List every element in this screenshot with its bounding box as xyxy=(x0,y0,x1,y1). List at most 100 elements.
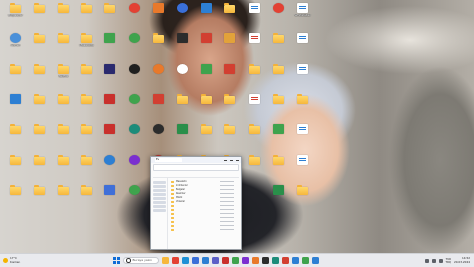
desktop-shortcut[interactable] xyxy=(29,153,50,179)
desktop-shortcut[interactable] xyxy=(29,183,50,209)
desktop-shortcut[interactable] xyxy=(76,1,97,27)
desktop-shortcut[interactable] xyxy=(292,31,313,57)
desktop-shortcut[interactable] xyxy=(5,122,26,148)
desktop-shortcut[interactable] xyxy=(76,183,97,209)
chrome-icon[interactable] xyxy=(172,257,179,264)
desktop-shortcut[interactable] xyxy=(196,92,217,118)
volume-icon[interactable] xyxy=(438,258,443,263)
desktop-shortcut[interactable] xyxy=(244,1,265,27)
desktop-shortcut[interactable] xyxy=(172,1,193,27)
desktop-shortcut[interactable] xyxy=(268,122,289,148)
desktop-shortcut[interactable] xyxy=(53,153,74,179)
nav-item[interactable] xyxy=(153,201,166,204)
address-bar[interactable] xyxy=(153,164,239,171)
desktop-shortcut[interactable] xyxy=(268,31,289,57)
desktop-shortcut[interactable] xyxy=(148,62,169,88)
vscode-icon[interactable] xyxy=(312,257,319,264)
nav-item[interactable] xyxy=(153,189,166,192)
desktop-shortcut[interactable] xyxy=(244,31,265,57)
desktop-shortcut[interactable]: Netflix xyxy=(53,62,74,88)
desktop-shortcut[interactable] xyxy=(268,62,289,88)
explorer-tab[interactable]: Ev xyxy=(155,158,182,162)
desktop-shortcut[interactable] xyxy=(268,1,289,27)
app-icon[interactable] xyxy=(232,257,239,264)
desktop-shortcut[interactable] xyxy=(292,92,313,118)
app-icon[interactable] xyxy=(282,257,289,264)
desktop-shortcut[interactable] xyxy=(53,1,74,27)
desktop-shortcut[interactable] xyxy=(99,153,120,179)
desktop-shortcut[interactable] xyxy=(29,122,50,148)
desktop-shortcut[interactable] xyxy=(5,183,26,209)
desktop-shortcut[interactable] xyxy=(172,122,193,148)
minimize-icon[interactable] xyxy=(224,159,227,161)
desktop-shortcut[interactable] xyxy=(76,122,97,148)
desktop-shortcut[interactable] xyxy=(5,153,26,179)
desktop-shortcut[interactable] xyxy=(99,1,120,27)
nav-item[interactable] xyxy=(153,197,166,200)
explorer-titlebar[interactable]: Ev xyxy=(151,157,241,163)
desktop-shortcut[interactable] xyxy=(244,122,265,148)
desktop-shortcut[interactable] xyxy=(196,31,217,57)
desktop-shortcut[interactable] xyxy=(99,183,120,209)
desktop-shortcut[interactable] xyxy=(244,153,265,179)
desktop-shortcut[interactable] xyxy=(29,62,50,88)
desktop-shortcut[interactable] xyxy=(53,183,74,209)
desktop-shortcut[interactable] xyxy=(29,92,50,118)
desktop-shortcut[interactable] xyxy=(172,62,193,88)
windows-start-icon[interactable] xyxy=(113,257,120,264)
nav-item[interactable] xyxy=(153,193,166,196)
desktop-shortcut[interactable] xyxy=(172,31,193,57)
desktop-shortcut[interactable] xyxy=(5,62,26,88)
desktop-shortcut[interactable] xyxy=(76,62,97,88)
store-icon[interactable] xyxy=(192,257,199,264)
desktop-shortcut[interactable] xyxy=(99,31,120,57)
desktop-shortcut[interactable] xyxy=(268,183,289,209)
file-explorer-window[interactable]: Ev Masaüstü İndirilenler Belgeler Resimler M… xyxy=(150,156,242,250)
file-row[interactable] xyxy=(171,228,238,231)
desktop-shortcut[interactable] xyxy=(5,92,26,118)
language-indicator[interactable]: TUR TRQ xyxy=(446,258,451,264)
desktop-shortcut[interactable] xyxy=(148,31,169,57)
desktop-shortcut[interactable] xyxy=(99,122,120,148)
desktop-shortcut[interactable] xyxy=(196,62,217,88)
file-row[interactable] xyxy=(171,208,238,211)
close-icon[interactable] xyxy=(236,159,239,161)
clock[interactable]: 14:52 20.03.2024 xyxy=(454,257,470,264)
desktop-shortcut[interactable] xyxy=(76,153,97,179)
desktop-shortcut[interactable] xyxy=(244,62,265,88)
desktop-shortcut[interactable] xyxy=(219,62,240,88)
desktop-shortcut[interactable]: Masaüstü xyxy=(76,31,97,57)
desktop-shortcut[interactable] xyxy=(219,1,240,27)
desktop-shortcut[interactable] xyxy=(196,1,217,27)
desktop-shortcut[interactable] xyxy=(268,153,289,179)
teams-icon[interactable] xyxy=(212,257,219,264)
desktop-shortcut[interactable] xyxy=(53,31,74,57)
app-icon[interactable] xyxy=(252,257,259,264)
wifi-icon[interactable] xyxy=(431,258,436,263)
chevron-up-icon[interactable] xyxy=(424,258,429,263)
file-row[interactable] xyxy=(171,220,238,223)
edge-icon[interactable] xyxy=(182,257,189,264)
app-icon[interactable] xyxy=(272,257,279,264)
file-row[interactable]: Masaüstü xyxy=(171,180,238,183)
mail-icon[interactable] xyxy=(202,257,209,264)
file-row[interactable] xyxy=(171,224,238,227)
app-icon[interactable] xyxy=(262,257,269,264)
desktop-shortcut[interactable] xyxy=(219,122,240,148)
desktop-shortcut[interactable] xyxy=(124,153,145,179)
file-row[interactable] xyxy=(171,204,238,207)
desktop-shortcut[interactable] xyxy=(124,1,145,27)
desktop-shortcut[interactable] xyxy=(124,62,145,88)
desktop-shortcut[interactable] xyxy=(292,183,313,209)
desktop-shortcut[interactable] xyxy=(29,1,50,27)
desktop-shortcut[interactable] xyxy=(53,92,74,118)
nav-item[interactable] xyxy=(153,181,166,184)
desktop-shortcut[interactable] xyxy=(76,92,97,118)
weather-widget[interactable]: 17°C Kısmen xyxy=(3,257,43,263)
desktop-shortcut[interactable] xyxy=(148,1,169,27)
app-icon[interactable] xyxy=(222,257,229,264)
desktop-shortcut[interactable]: Bilgisayar xyxy=(5,1,26,27)
file-row[interactable]: Belgeler xyxy=(171,188,238,191)
file-row[interactable]: İndirilenler xyxy=(171,184,238,187)
desktop-shortcut[interactable] xyxy=(124,31,145,57)
